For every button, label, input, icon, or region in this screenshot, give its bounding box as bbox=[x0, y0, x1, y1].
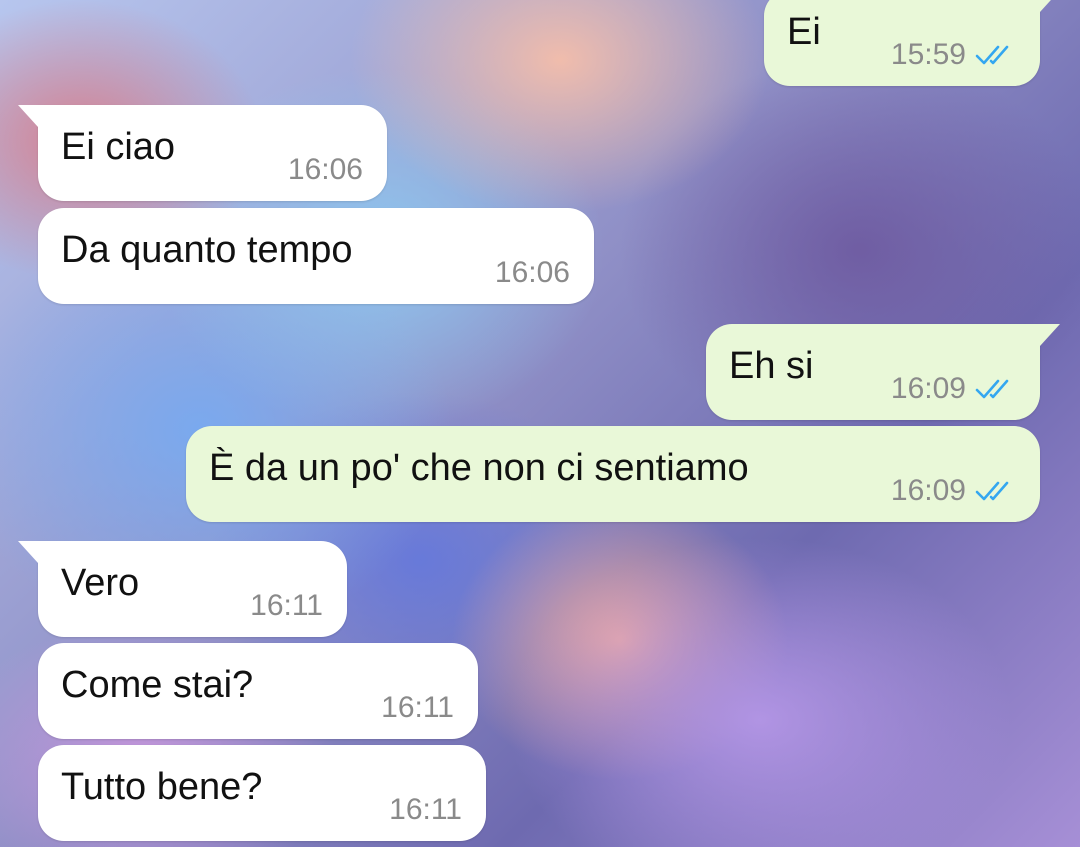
message-bubble-incoming[interactable]: Come stai? 16:11 bbox=[38, 643, 478, 739]
message-meta: 16:06 bbox=[495, 256, 570, 290]
message-bubble-incoming[interactable]: Ei ciao 16:06 bbox=[18, 105, 387, 201]
message-meta: 16:06 bbox=[288, 153, 363, 187]
message-text: Eh si bbox=[729, 345, 814, 387]
message-text: Da quanto tempo bbox=[61, 229, 353, 271]
message-meta: 16:09 bbox=[891, 372, 1018, 406]
double-check-icon bbox=[975, 481, 1009, 501]
message-bubble-incoming[interactable]: Vero 16:11 bbox=[18, 541, 347, 637]
message-text: È da un po' che non ci sentiamo bbox=[209, 447, 749, 489]
bubble-tail bbox=[1040, 324, 1060, 346]
message-time: 16:09 bbox=[890, 372, 966, 405]
message-bubble-outgoing[interactable]: Ei 15:59 bbox=[764, 0, 1060, 86]
message-bubble-incoming[interactable]: Da quanto tempo 16:06 bbox=[38, 208, 594, 304]
message-text: Vero bbox=[61, 562, 140, 604]
message-meta: 15:59 bbox=[891, 38, 1018, 72]
message-time: 16:11 bbox=[250, 589, 323, 622]
double-check-icon bbox=[975, 45, 1009, 65]
message-time: 15:59 bbox=[890, 38, 966, 71]
message-text: Ei ciao bbox=[61, 126, 176, 168]
message-text: Tutto bene? bbox=[61, 766, 263, 808]
message-meta: 16:11 bbox=[250, 589, 323, 623]
bubble-tail bbox=[1040, 0, 1060, 12]
bubble-tail bbox=[18, 541, 38, 563]
double-check-icon bbox=[975, 379, 1009, 399]
message-bubble-outgoing[interactable]: È da un po' che non ci sentiamo 16:09 bbox=[186, 426, 1040, 522]
message-time: 16:11 bbox=[381, 691, 454, 724]
message-time: 16:06 bbox=[287, 153, 363, 186]
message-meta: 16:11 bbox=[381, 691, 454, 725]
message-text: Ei bbox=[787, 11, 821, 53]
message-bubble-outgoing[interactable]: Eh si 16:09 bbox=[706, 324, 1060, 420]
message-meta: 16:11 bbox=[389, 793, 462, 827]
message-bubble-incoming[interactable]: Tutto bene? 16:11 bbox=[38, 745, 486, 841]
message-meta: 16:09 bbox=[891, 474, 1018, 508]
message-text: Come stai? bbox=[61, 664, 254, 706]
message-time: 16:09 bbox=[890, 474, 966, 507]
bubble-tail bbox=[18, 105, 38, 127]
message-time: 16:06 bbox=[494, 256, 570, 289]
message-time: 16:11 bbox=[389, 793, 462, 826]
